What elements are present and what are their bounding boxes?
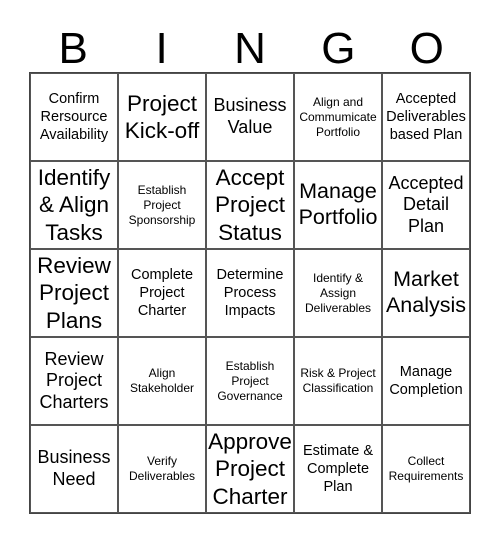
bingo-cell[interactable]: Determine Process Impacts: [206, 249, 294, 337]
bingo-cell[interactable]: Verify Deliverables: [118, 425, 206, 513]
header-letter-b: B: [58, 24, 88, 73]
bingo-cell[interactable]: Market Analysis: [382, 249, 470, 337]
bingo-cell[interactable]: Approve Project Charter: [206, 425, 294, 513]
bingo-cell[interactable]: Collect Requirements: [382, 425, 470, 513]
bingo-cell[interactable]: Manage Completion: [382, 337, 470, 425]
bingo-cell[interactable]: Complete Project Charter: [118, 249, 206, 337]
bingo-cell[interactable]: Align Stakeholder: [118, 337, 206, 425]
bingo-cell[interactable]: Align and Commumicate Portfolio: [294, 73, 382, 161]
bingo-cell[interactable]: Business Value: [206, 73, 294, 161]
bingo-cell[interactable]: Review Project Charters: [30, 337, 118, 425]
bingo-cell[interactable]: Estimate & Complete Plan: [294, 425, 382, 513]
bingo-cell[interactable]: Accepted Detail Plan: [382, 161, 470, 249]
bingo-cell[interactable]: Risk & Project Classification: [294, 337, 382, 425]
bingo-cell[interactable]: Establish Project Governance: [206, 337, 294, 425]
bingo-cell[interactable]: Identify & Align Tasks: [30, 161, 118, 249]
header-letter-o: O: [409, 24, 444, 73]
header-letter-n: N: [234, 24, 266, 73]
bingo-cell[interactable]: Establish Project Sponsorship: [118, 161, 206, 249]
bingo-cell[interactable]: Review Project Plans: [30, 249, 118, 337]
header-letter-i: I: [155, 24, 168, 73]
bingo-card-grid: Confirm Rersource Availability Project K…: [29, 72, 471, 514]
bingo-cell[interactable]: Business Need: [30, 425, 118, 513]
bingo-cell[interactable]: Accepted Deliverables based Plan: [382, 73, 470, 161]
bingo-header: B I N G O: [29, 26, 471, 72]
bingo-cell[interactable]: Accept Project Status: [206, 161, 294, 249]
bingo-cell[interactable]: Identify & Assign Deliverables: [294, 249, 382, 337]
bingo-cell[interactable]: Confirm Rersource Availability: [30, 73, 118, 161]
bingo-cell[interactable]: Project Kick-off: [118, 73, 206, 161]
header-letter-g: G: [321, 24, 356, 73]
bingo-cell[interactable]: Manage Portfolio: [294, 161, 382, 249]
